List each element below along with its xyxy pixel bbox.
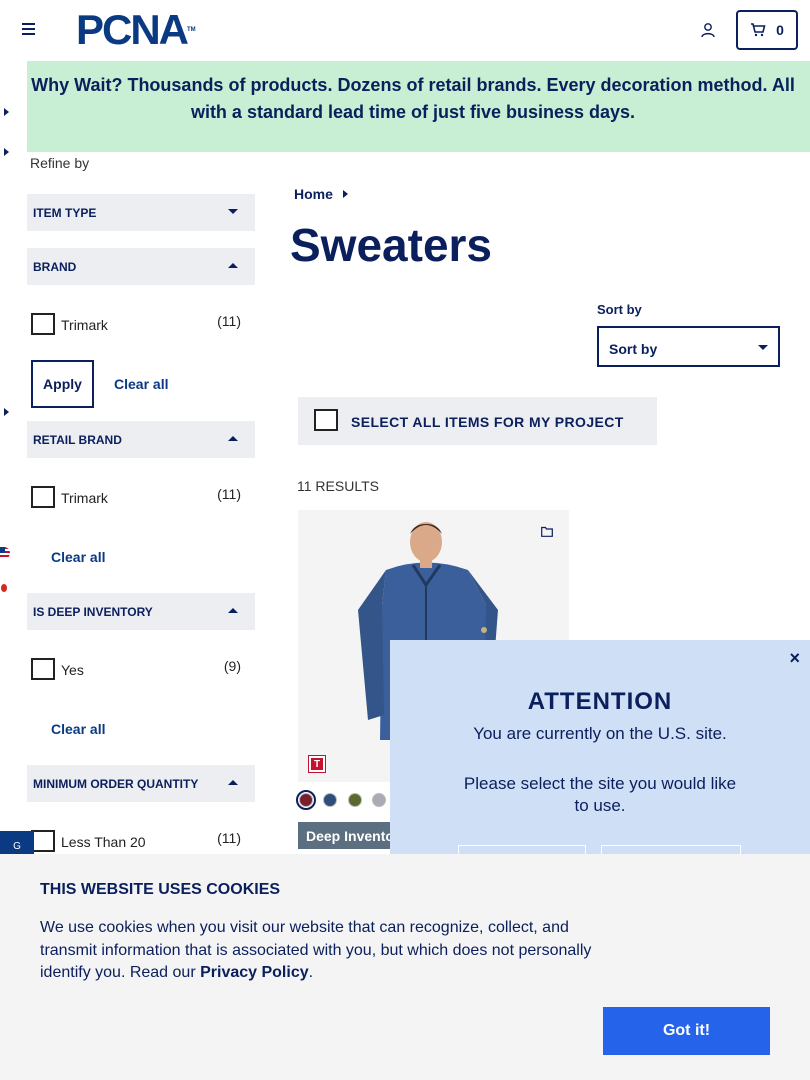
facet-retail-brand[interactable]: RETAIL BRAND: [27, 421, 255, 458]
close-icon[interactable]: ×: [789, 648, 800, 669]
cookie-title: THIS WEBSITE USES COOKIES: [40, 881, 281, 898]
cookie-text-body: We use cookies when you visit our websit…: [40, 919, 592, 981]
modal-question: Please select the site you would like to…: [463, 774, 737, 815]
modal-title: ATTENTION: [527, 688, 673, 715]
site-selection-modal: × ATTENTION You are currently on the U.S…: [390, 640, 810, 860]
cart-count: 0: [776, 22, 784, 38]
site-header: PCNATM 0: [0, 0, 810, 60]
option-count: (11): [217, 313, 241, 329]
option-count: (11): [217, 486, 241, 502]
us-flag-icon[interactable]: [0, 547, 10, 559]
side-arrow-icon[interactable]: [4, 108, 9, 116]
chevron-right-icon: [342, 190, 348, 198]
color-swatch[interactable]: [348, 793, 362, 807]
cookie-text: We use cookies when you visit our websit…: [40, 917, 610, 985]
select-all-items[interactable]: SELECT ALL ITEMS FOR MY PROJECT: [298, 397, 657, 445]
facet-label: IS DEEP INVENTORY: [33, 605, 153, 619]
option-count: (9): [223, 658, 241, 674]
cookie-text-end: .: [308, 964, 314, 981]
results-count: 11 RESULTS: [297, 478, 379, 494]
option-count: (11): [217, 830, 241, 846]
chevron-down-icon: [758, 345, 768, 350]
chevron-up-icon: [228, 780, 238, 785]
facet-is-deep-inventory[interactable]: IS DEEP INVENTORY: [27, 593, 255, 630]
page-title: Sweaters: [290, 219, 493, 271]
cart-button[interactable]: 0: [736, 10, 798, 50]
checkbox[interactable]: [31, 486, 55, 508]
folder-icon[interactable]: [541, 526, 553, 537]
menu-icon[interactable]: [22, 23, 35, 35]
chevron-up-icon: [228, 263, 238, 268]
cookie-banner: THIS WEBSITE USES COOKIES We use cookies…: [0, 854, 810, 1080]
side-arrow-icon[interactable]: [4, 148, 9, 156]
facet-label: MINIMUM ORDER QUANTITY: [33, 777, 199, 791]
sort-value: Sort by: [609, 341, 658, 357]
option-label: Yes: [61, 662, 84, 678]
apply-button[interactable]: Apply: [31, 360, 94, 408]
cart-icon: [751, 23, 766, 37]
filter-option-brand-trimark[interactable]: Trimark (11): [31, 311, 243, 335]
refine-label: Refine by: [30, 155, 90, 171]
chevron-down-icon: [228, 209, 238, 214]
facet-brand[interactable]: BRAND: [27, 248, 255, 285]
promo-banner: Why Wait? Thousands of products. Dozens …: [27, 61, 810, 152]
color-swatch[interactable]: [323, 793, 337, 807]
account-icon[interactable]: [700, 22, 716, 38]
breadcrumb-home[interactable]: Home: [294, 186, 333, 202]
option-label: Trimark: [61, 490, 108, 506]
option-label: Less Than 20: [61, 834, 146, 850]
brand-badge-icon: T: [308, 755, 326, 773]
filter-option-moq-less-than-20[interactable]: Less Than 20 (11): [31, 828, 243, 852]
facet-label: BRAND: [33, 260, 77, 274]
sort-select[interactable]: Sort by: [597, 326, 780, 367]
facet-label: ITEM TYPE: [33, 206, 97, 220]
chevron-up-icon: [228, 608, 238, 613]
filter-option-retail-brand-trimark[interactable]: Trimark (11): [31, 484, 243, 508]
color-swatch[interactable]: [296, 790, 316, 810]
sort-label: Sort by: [597, 302, 642, 317]
option-label: Trimark: [61, 317, 108, 333]
clear-all-link[interactable]: Clear all: [51, 549, 105, 565]
side-arrow-icon[interactable]: [4, 408, 9, 416]
checkbox[interactable]: [31, 830, 55, 852]
select-all-checkbox[interactable]: [314, 409, 338, 431]
clear-all-link[interactable]: Clear all: [114, 376, 168, 392]
color-swatch[interactable]: [372, 793, 386, 807]
pcna-logo[interactable]: PCNATM: [76, 9, 196, 51]
promo-banner-text: Why Wait? Thousands of products. Dozens …: [31, 75, 795, 122]
facet-item-type[interactable]: ITEM TYPE: [27, 194, 255, 231]
checkbox[interactable]: [31, 658, 55, 680]
modal-message: You are currently on the U.S. site.: [473, 724, 727, 743]
facet-minimum-order-quantity[interactable]: MINIMUM ORDER QUANTITY: [27, 765, 255, 802]
privacy-policy-link[interactable]: Privacy Policy: [200, 964, 309, 981]
filter-option-deep-inventory-yes[interactable]: Yes (9): [31, 656, 243, 680]
accept-cookies-button[interactable]: Got it!: [603, 1007, 770, 1055]
canada-flag-icon[interactable]: [0, 582, 10, 594]
chevron-up-icon: [228, 436, 238, 441]
breadcrumb: Home: [294, 186, 348, 202]
feedback-tab-label: G: [13, 840, 21, 852]
select-all-label: SELECT ALL ITEMS FOR MY PROJECT: [351, 414, 624, 430]
clear-all-link[interactable]: Clear all: [51, 721, 105, 737]
checkbox[interactable]: [31, 313, 55, 335]
facet-label: RETAIL BRAND: [33, 433, 122, 447]
